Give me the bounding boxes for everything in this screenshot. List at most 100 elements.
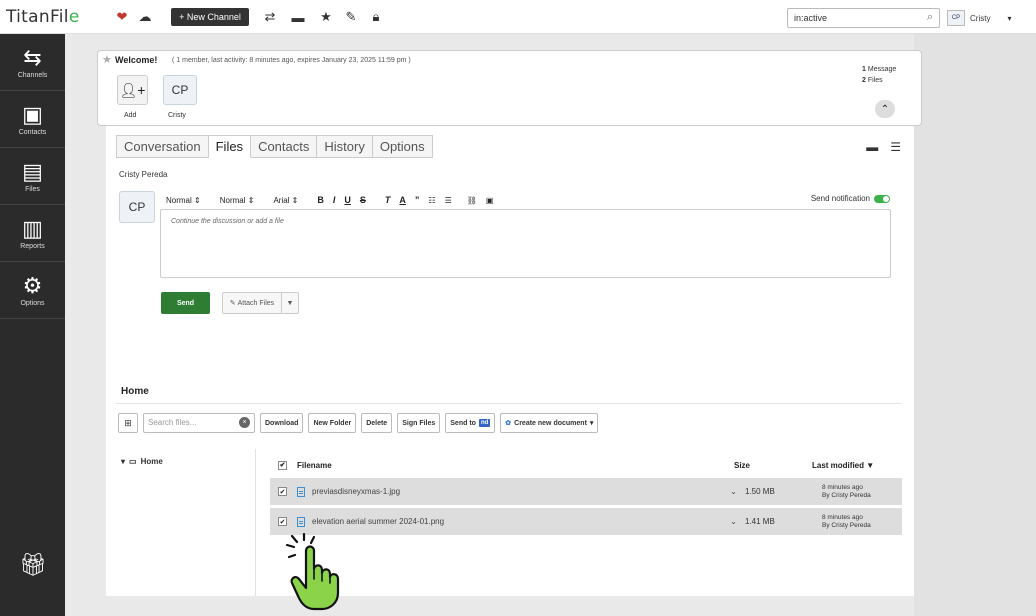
send-to-button[interactable]: Send to nd [445,413,496,433]
bullet-list-icon[interactable]: ☰ [445,196,452,205]
tab-files[interactable]: Files [208,135,252,158]
clear-format-icon[interactable]: T [385,195,391,205]
send-button[interactable]: Send [161,292,210,314]
message-input[interactable]: Continue the discussion or add a file [160,209,891,278]
tree-toggle-icon[interactable]: ⊞ [118,413,138,433]
channel-title: Welcome! [115,55,158,65]
briefcase-icon[interactable]: ▬ [290,9,306,25]
bold-icon[interactable]: B [317,195,324,205]
user-menu[interactable]: CP Cristy ▾ [947,8,1011,28]
member-avatar[interactable]: CP [163,75,197,105]
toggle-switch[interactable] [874,194,890,203]
gear-icon: ⚙ [22,272,43,298]
tab-contacts[interactable]: Contacts [251,135,318,158]
divider [255,449,256,596]
global-search-input[interactable]: in:active ⌕ [787,8,940,28]
tab-history[interactable]: History [317,135,373,158]
tab-conversation[interactable]: Conversation [116,135,209,158]
sidebar-item-label: Channels [17,71,48,79]
star-icon[interactable]: ★ [102,53,112,66]
star-icon[interactable]: ★ [318,9,334,25]
lock-icon[interactable]: 🔒︎ [368,9,384,25]
file-modified: 8 minutes ago By Cristy Pereda [822,513,871,529]
file-name[interactable]: previasdisneyxmas-1.jpg [312,487,722,496]
user-name: Cristy [970,13,991,23]
caret-icon: ▾ [121,457,126,466]
chevron-down-icon: ▾ [589,420,594,427]
channel-tabs: Conversation Files Contacts History Opti… [116,135,433,158]
folder-tree-root[interactable]: ▾ ▭ Home [121,457,163,466]
file-name[interactable]: elevation aerial summer 2024-01.png [312,517,722,526]
document-icon: ✿ [505,420,512,427]
link-icon[interactable]: ⛓ [467,196,477,205]
editor-toolbar: Normal ⇕ Normal ⇕ Arial ⇕ B I U S T A ” … [166,194,493,206]
download-button[interactable]: Download [260,413,304,433]
collapse-header-button[interactable]: ⌃ [875,100,895,118]
clear-search-icon[interactable]: × [239,417,250,428]
add-member-label: Add [124,112,137,119]
file-size: 1.41 MB [745,517,775,526]
gift-icon[interactable]: 🎁︎ [19,552,47,578]
quote-icon[interactable]: ” [415,195,420,205]
column-last-modified[interactable]: Last modified ▼ [812,461,892,470]
add-user-icon: 👤︎+ [119,81,146,98]
attach-label[interactable]: ✎ Attach Files [223,293,282,313]
sidebar-item-files[interactable]: ▤ Files [0,148,65,205]
composer-person: Cristy Pereda [119,170,168,179]
column-size[interactable]: Size [734,461,812,470]
sidebar-item-label: Contacts [18,128,47,136]
sidebar-item-channels[interactable]: ⇆ Channels [0,34,65,91]
ordered-list-icon[interactable]: ☷ [428,196,435,205]
member-name: Cristy [168,112,186,119]
tab-options[interactable]: Options [372,135,433,158]
app-logo[interactable]: TitanFile [6,7,80,27]
underline-icon[interactable]: U [344,195,351,205]
top-bar: TitanFile ❤ ☁ + New Channel ⇄ ▬ ★ ✎ 🔒︎ i… [0,0,1036,34]
font-select[interactable]: Arial ⇕ [273,196,298,205]
sidebar-item-options[interactable]: ⚙ Options [0,262,65,319]
select-all-checkbox[interactable]: ✔ [278,460,287,470]
size-select[interactable]: Normal ⇕ [220,196,255,205]
menu-icon[interactable]: ☰ [890,140,901,154]
sidebar-item-reports[interactable]: ▥ Reports [0,205,65,262]
sidebar-item-contacts[interactable]: ▣ Contacts [0,91,65,148]
briefcase-icon[interactable]: ▬ [866,140,878,154]
table-row[interactable]: ✔ previasdisneyxmas-1.jpg ⌄ 1.50 MB 8 mi… [270,478,902,505]
table-row[interactable]: ✔ elevation aerial summer 2024-01.png ⌄ … [270,508,902,535]
attach-files-button[interactable]: ✎ Attach Files ▼ [222,292,299,314]
new-channel-button[interactable]: + New Channel [171,8,249,26]
contact-card-icon: ▣ [22,101,43,127]
font-color-icon[interactable]: A [399,195,406,205]
file-search-input[interactable]: Search files... × [143,413,255,433]
row-checkbox[interactable]: ✔ [278,487,287,496]
chevron-down-icon[interactable]: ⌄ [722,517,745,526]
paperclip-icon: ✎ [229,300,238,307]
send-notification-toggle[interactable]: Send notification [811,194,890,203]
image-icon[interactable]: ▣ [486,196,494,205]
delete-button[interactable]: Delete [361,413,393,433]
file-modified: 8 minutes ago By Cristy Pereda [822,483,871,499]
swap-arrows-icon[interactable]: ⇄ [262,9,278,25]
add-member-button[interactable]: 👤︎+ [117,75,148,105]
italic-icon[interactable]: I [333,195,336,205]
cloud-icon[interactable]: ☁ [137,9,153,25]
channel-meta: ( 1 member, last activity: 8 minutes ago… [172,57,411,64]
edit-icon[interactable]: ✎ [343,9,359,25]
file-size: 1.50 MB [745,487,775,496]
attach-dropdown[interactable]: ▼ [282,300,298,307]
avatar: CP [947,10,965,26]
new-folder-button[interactable]: New Folder [308,413,357,433]
create-document-button[interactable]: ✿ Create new document ▾ [500,413,599,433]
files-table-header: ✔ Filename Size Last modified ▼ [270,455,902,475]
heart-alert-icon[interactable]: ❤ [114,9,130,25]
sign-files-button[interactable]: Sign Files [397,413,441,433]
style-select[interactable]: Normal ⇕ [166,196,201,205]
sidebar-item-label: Options [20,299,45,307]
right-panel [914,34,1036,616]
files-toolbar: ⊞ Search files... × Download New Folder … [118,413,599,433]
column-filename[interactable]: Filename [297,461,734,470]
chevron-down-icon[interactable]: ⌄ [722,487,745,496]
row-checkbox[interactable]: ✔ [278,517,287,526]
strikethrough-icon[interactable]: S [360,195,366,205]
search-icon[interactable]: ⌕ [927,11,933,24]
